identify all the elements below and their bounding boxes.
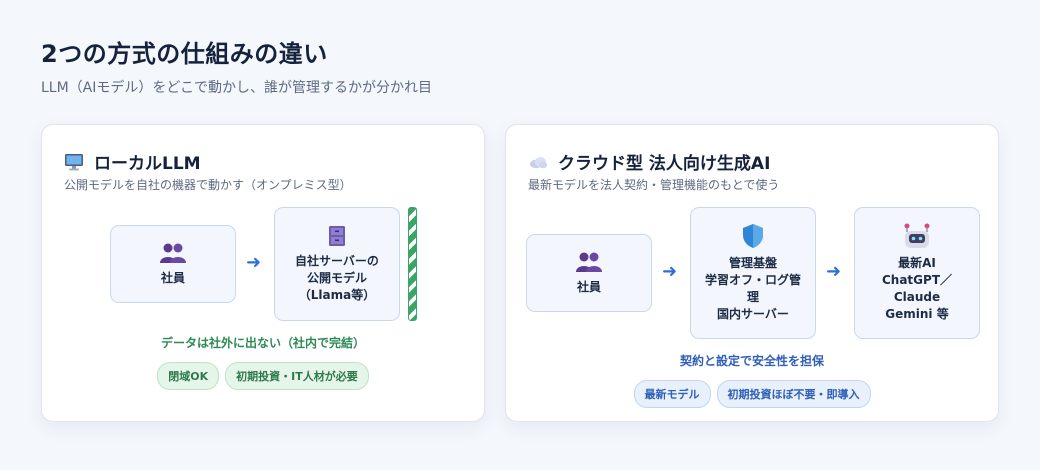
cloud-ai-model-box: 最新AI ChatGPT／ Claude Gemini 等 <box>854 207 980 339</box>
local-llm-card: ローカルLLM 公開モデルを自社の機器で動かす（オンプレミス型） 社員 ➜ 自社… <box>41 124 485 422</box>
cloud-icon <box>528 155 548 169</box>
page-subtitle: LLM（AIモデル）をどこで動かし、誰が管理するかが分かれ目 <box>41 80 432 96</box>
cloud-ai-model-label-2: ChatGPT／ <box>881 273 952 287</box>
local-employee-box: 社員 <box>110 225 236 303</box>
cloud-ai-header: クラウド型 法人向け生成AI <box>528 149 770 174</box>
local-server-label-2: 公開モデル <box>306 270 367 285</box>
cloud-platform-label-4: 国内サーバー <box>717 307 789 321</box>
people-icon <box>575 251 603 273</box>
arrow-right-icon: ➜ <box>826 261 842 282</box>
local-note: データは社外に出ない（社内で完結） <box>160 336 365 350</box>
cloud-employee-label: 社員 <box>576 279 601 294</box>
desktop-computer-icon <box>64 153 84 171</box>
cloud-ai-model-label-3: Claude <box>893 290 941 304</box>
local-llm-description: 公開モデルを自社の機器で動かす（オンプレミス型） <box>64 178 352 192</box>
cloud-platform-label-3: 理 <box>746 290 759 304</box>
cloud-ai-model-label-4: Gemini 等 <box>885 307 949 321</box>
cloud-ai-card: クラウド型 法人向け生成AI 最新モデルを法人契約・管理機能のもとで使う 社員 … <box>505 124 999 422</box>
network-boundary-wall <box>408 207 417 321</box>
cloud-employee-box: 社員 <box>526 234 652 312</box>
arrow-right-icon: ➜ <box>246 252 262 273</box>
page-title: 2つの方式の仕組みの違い <box>41 40 328 68</box>
tag-closed-network: 閉域OK <box>157 362 220 390</box>
cloud-ai-title: クラウド型 法人向け生成AI <box>558 154 771 174</box>
local-llm-header: ローカルLLM <box>64 149 201 174</box>
local-server-label-1: 自社サーバーの <box>295 253 379 268</box>
tag-quick-deploy: 初期投資ほぼ不要・即導入 <box>716 380 871 408</box>
arrow-right-icon: ➜ <box>662 261 678 282</box>
local-server-box: 自社サーバーの 公開モデル （Llama等） <box>274 207 400 321</box>
cloud-ai-description: 最新モデルを法人契約・管理機能のもとで使う <box>528 178 780 192</box>
file-cabinet-icon <box>328 225 346 247</box>
cloud-platform-label-2: 学習オフ・ログ管 <box>704 273 801 287</box>
tag-latest-model: 最新モデル <box>633 380 711 408</box>
local-llm-title: ローカルLLM <box>94 154 201 174</box>
local-server-label-3: （Llama等） <box>298 287 376 302</box>
tag-initial-investment: 初期投資・IT人材が必要 <box>225 362 369 390</box>
cloud-platform-box: 管理基盤 学習オフ・ログ管 理 国内サーバー <box>690 207 816 339</box>
local-employee-label: 社員 <box>160 270 185 285</box>
robot-icon <box>903 223 931 249</box>
cloud-ai-model-label-1: 最新AI <box>898 256 936 270</box>
people-icon <box>159 242 187 264</box>
cloud-platform-label-1: 管理基盤 <box>728 256 777 270</box>
local-tags: 閉域OK 初期投資・IT人材が必要 <box>42 362 484 390</box>
shield-icon <box>742 223 764 249</box>
cloud-tags: 最新モデル 初期投資ほぼ不要・即導入 <box>506 380 998 408</box>
cloud-note: 契約と設定で安全性を担保 <box>679 354 824 368</box>
